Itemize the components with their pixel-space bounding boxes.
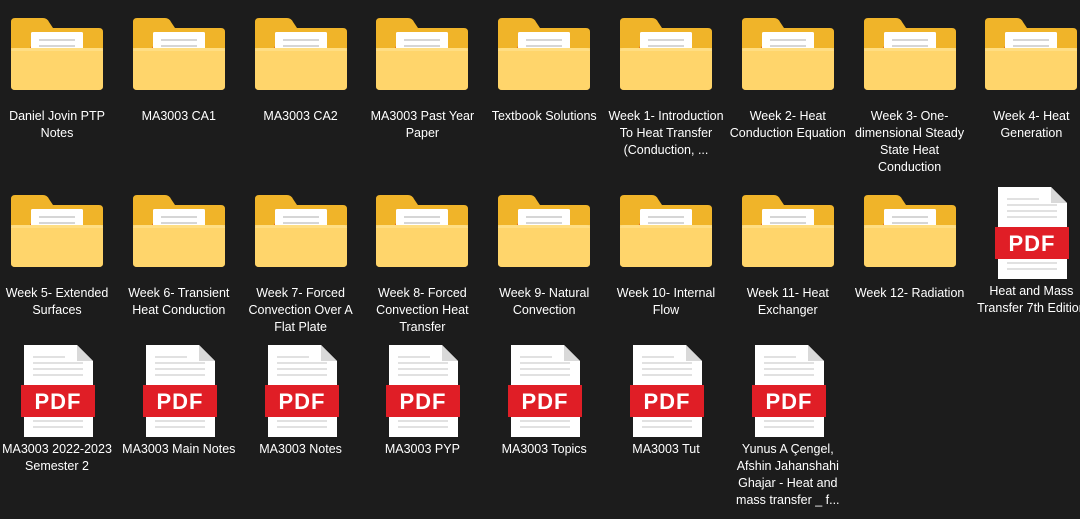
file-name-label: MA3003 2022-2023 Semester 2 [2,442,112,473]
file-name-label: Heat and Mass Transfer 7th Edition [977,284,1080,315]
file-name-label: Yunus A Çengel, Afshin Jahanshahi Ghajar… [736,442,840,507]
file-name-label: MA3003 Main Notes [122,442,236,456]
pdf-badge-label: PDF [522,389,569,414]
folder-icon [364,187,480,287]
file-name-label: Week 7- Forced Convection Over A Flat Pl… [248,286,353,334]
folder-icon [0,10,115,110]
folder-icon [243,187,359,287]
file-name-label: Week 1- Introduction To Heat Transfer (C… [608,109,724,157]
file-name-label: MA3003 CA1 [141,109,216,123]
pdf-file-icon: PDF [608,343,724,443]
file-name-label: Week 8- Forced Convection Heat Transfer [376,286,469,334]
file-name-label: MA3003 CA2 [263,109,338,123]
file-name-label: Week 11- Heat Exchanger [746,286,829,317]
folder-icon [852,187,968,287]
file-name-label: MA3003 PYP [384,442,460,456]
pdf-file-icon: PDF [364,343,480,443]
file-name-label: Week 4- Heat Generation [993,109,1070,140]
pdf-badge-label: PDF [765,389,812,414]
file-name-label: Week 5- Extended Surfaces [5,286,109,317]
folder-icon [121,187,237,287]
file-name-label: MA3003 Tut [632,442,700,456]
folder-icon [121,10,237,110]
pdf-badge-label: PDF [1009,231,1056,256]
folder-icon [243,10,359,110]
pdf-badge-label: PDF [400,389,447,414]
file-name-label: Week 6- Transient Heat Conduction [128,286,230,317]
pdf-file-icon: PDF [973,185,1080,285]
file-name-label: Textbook Solutions [491,109,597,123]
pdf-file-icon: PDF [243,343,359,443]
pdf-file-icon: PDF [486,343,602,443]
pdf-badge-label: PDF [35,389,82,414]
folder-icon [0,187,115,287]
file-name-label: MA3003 Topics [501,442,587,456]
folder-icon [486,10,602,110]
pdf-file-icon: PDF [730,343,846,443]
folder-icon [730,187,846,287]
file-name-label: MA3003 Past Year Paper [370,109,475,140]
folder-icon [486,187,602,287]
file-name-label: Daniel Jovin PTP Notes [9,109,105,140]
pdf-badge-label: PDF [278,389,325,414]
pdf-badge-label: PDF [644,389,691,414]
file-name-label: MA3003 Notes [259,442,342,456]
file-name-label: Week 2- Heat Conduction Equation [729,109,846,140]
folder-icon [364,10,480,110]
pdf-file-icon: PDF [0,343,115,443]
folder-icon [730,10,846,110]
folder-icon [608,10,724,110]
folder-icon [973,10,1080,110]
pdf-file-icon: PDF [121,343,237,443]
file-name-label: Week 12- Radiation [854,286,965,300]
folder-icon [852,10,968,110]
folder-icon [608,187,724,287]
file-name-label: Week 3- One-dimensional Steady State Hea… [855,109,965,174]
pdf-badge-label: PDF [156,389,203,414]
file-name-label: Week 10- Internal Flow [616,286,716,317]
file-name-label: Week 9- Natural Convection [499,286,590,317]
file-grid: Daniel Jovin PTP Notes MA3003 CA1 MA3003 C… [0,0,1080,519]
